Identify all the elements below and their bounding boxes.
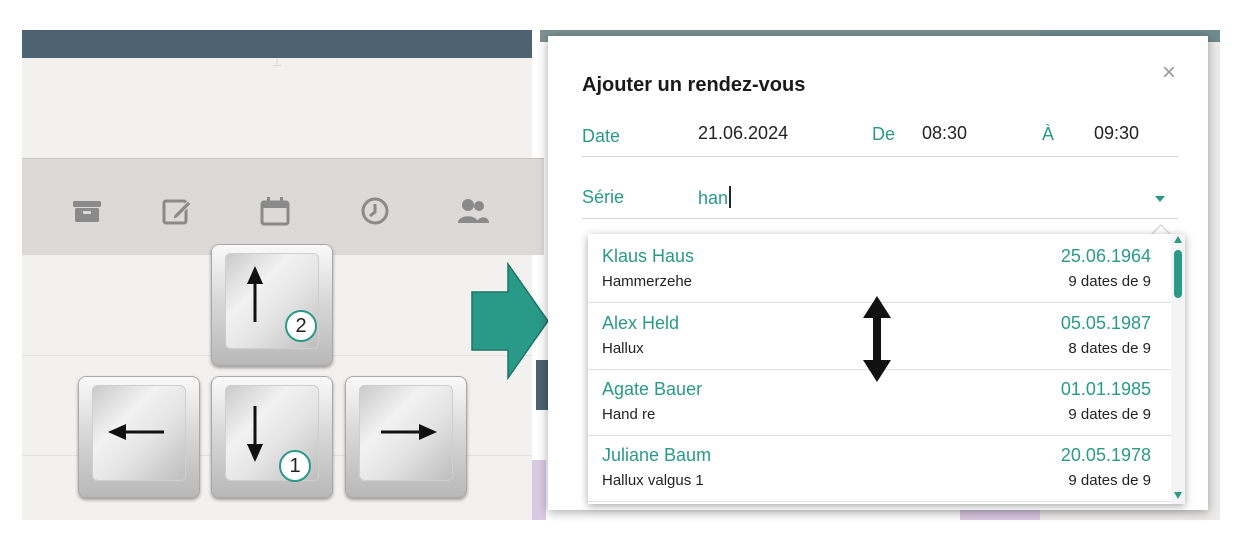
appointment-count: 8 dates de 9	[1068, 340, 1151, 357]
to-time-field[interactable]: 09:30	[1094, 123, 1139, 144]
date-row-divider	[582, 156, 1178, 157]
serie-input[interactable]: han	[698, 186, 1138, 209]
step-badge-2: 2	[285, 310, 317, 342]
archive-icon[interactable]	[70, 195, 104, 227]
series-description: Hallux valgus 1	[602, 472, 704, 489]
background-event	[536, 360, 548, 410]
header-divider-mark: ┴	[272, 58, 282, 72]
double-vertical-arrow-icon	[863, 296, 891, 382]
arrow-right-icon	[381, 424, 437, 440]
text-caret	[729, 186, 731, 208]
edit-icon[interactable]	[160, 195, 194, 227]
arrow-up-icon	[247, 266, 263, 322]
patient-name: Klaus Haus	[602, 246, 695, 266]
from-label: De	[872, 124, 896, 144]
patient-name: Agate Bauer	[602, 379, 703, 399]
appointment-count: 9 dates de 9	[1068, 273, 1151, 290]
appointment-count: 9 dates de 9	[1068, 472, 1151, 489]
list-item[interactable]: Klaus Haus Hammerzehe 25.06.1964 9 dates…	[588, 236, 1171, 303]
birth-date: 20.05.1978	[1060, 445, 1151, 465]
patient-name: Juliane Baum	[602, 445, 712, 465]
app-header-bar	[22, 30, 532, 58]
app-toolbar	[22, 158, 544, 255]
arrow-down-key[interactable]: 1	[211, 376, 333, 498]
clock-icon[interactable]	[358, 195, 392, 227]
users-icon[interactable]	[456, 195, 490, 227]
birth-date: 05.05.1987	[1060, 313, 1151, 333]
from-time-field[interactable]: 08:30	[922, 123, 967, 144]
scroll-thumb[interactable]	[1174, 250, 1182, 298]
dialog-title: Ajouter un rendez-vous	[582, 74, 806, 96]
arrow-right-key[interactable]	[345, 376, 467, 498]
series-description: Hallux	[602, 340, 644, 357]
dropdown-pointer	[1153, 226, 1169, 234]
calendar-icon[interactable]	[258, 195, 292, 227]
arrow-left-key[interactable]	[78, 376, 200, 498]
close-icon[interactable]: ×	[1158, 61, 1180, 85]
dropdown-scrollbar[interactable]	[1171, 234, 1185, 504]
chevron-down-icon[interactable]	[1154, 194, 1166, 204]
arrow-up-key[interactable]: 2	[211, 244, 333, 366]
birth-date: 25.06.1964	[1060, 246, 1151, 266]
birth-date: 01.01.1985	[1060, 379, 1151, 399]
scroll-down-icon[interactable]	[1174, 492, 1182, 499]
serie-label: Série	[582, 187, 625, 207]
background-event	[532, 460, 546, 520]
patient-name: Alex Held	[602, 313, 680, 333]
serie-input-value: han	[698, 188, 729, 208]
scroll-up-icon[interactable]	[1174, 236, 1182, 243]
arrow-left-icon	[108, 424, 164, 440]
appointment-count: 9 dates de 9	[1068, 406, 1151, 423]
arrow-down-icon	[247, 406, 263, 462]
date-label: Date	[582, 126, 621, 146]
series-description: Hand re	[602, 406, 656, 423]
to-label: À	[1042, 124, 1055, 144]
serie-underline	[582, 218, 1178, 219]
step-badge-1: 1	[279, 450, 311, 482]
date-field[interactable]: 21.06.2024	[698, 123, 788, 144]
list-item[interactable]: Juliane Baum Hallux valgus 1 20.05.1978 …	[588, 435, 1171, 502]
series-description: Hammerzehe	[602, 273, 693, 290]
